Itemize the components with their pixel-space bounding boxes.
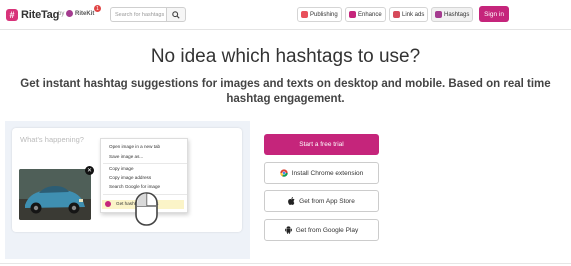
top-navbar: # RiteTag by RiteKit 1 Publishing Enhanc… (0, 0, 571, 30)
ritetag-icon (105, 201, 111, 207)
search-icon (172, 10, 180, 19)
nav-hashtags-label: Hashtags (444, 11, 470, 18)
nav-enhance-label: Enhance (358, 11, 382, 18)
nav-link-ads-label: Link ads (402, 11, 425, 18)
install-chrome-extension-label: Install Chrome extension (291, 169, 364, 177)
context-menu-item[interactable]: Save image as... (109, 154, 143, 159)
install-chrome-extension-button[interactable]: Install Chrome extension (264, 162, 379, 184)
get-from-app-store-label: Get from App Store (299, 197, 355, 205)
search-button[interactable] (166, 7, 186, 22)
by-label: by (58, 11, 65, 17)
car-illustration (19, 169, 91, 220)
nav-enhance[interactable]: Enhance (345, 7, 386, 22)
publishing-icon (301, 11, 308, 18)
ritekit-link[interactable]: RiteKit (66, 10, 94, 17)
nav-hashtags[interactable]: Hashtags (431, 7, 474, 22)
context-menu-divider (103, 163, 187, 164)
subheadline-line-2: hashtag engagement. (226, 93, 345, 105)
remove-image-button[interactable]: ✕ (85, 166, 94, 175)
get-from-google-play-label: Get from Google Play (295, 226, 359, 234)
nav-link-ads[interactable]: Link ads (389, 7, 429, 22)
android-icon (284, 226, 292, 234)
ritekit-label: RiteKit (75, 10, 95, 17)
close-icon: ✕ (86, 168, 93, 174)
section-divider (0, 263, 571, 264)
logo-text: RiteTag (21, 9, 60, 21)
enhance-icon (349, 11, 356, 18)
nav-publishing[interactable]: Publishing (297, 7, 342, 22)
ritetag-logo[interactable]: # RiteTag (6, 7, 59, 23)
car-photo (19, 169, 91, 220)
page-subheadline: Get instant hashtag suggestions for imag… (0, 77, 571, 107)
start-free-trial-button[interactable]: Start a free trial (264, 134, 379, 155)
context-menu-item[interactable]: Copy image address (109, 175, 151, 180)
page-headline: No idea which hashtags to use? (150, 46, 421, 67)
hashtags-icon (435, 11, 442, 18)
link-ads-icon (393, 11, 400, 18)
nav-publishing-label: Publishing (310, 11, 338, 18)
sign-in-button[interactable]: Sign in (479, 6, 509, 22)
composer-placeholder: What's happening? (20, 135, 84, 144)
get-from-app-store-button[interactable]: Get from App Store (264, 190, 379, 212)
chrome-icon (280, 169, 288, 177)
get-from-google-play-button[interactable]: Get from Google Play (264, 219, 379, 241)
mouse-icon (135, 192, 158, 226)
subheadline-line-1: Get instant hashtag suggestions for imag… (20, 78, 551, 90)
hashtag-logo-icon: # (6, 9, 18, 21)
context-menu-item[interactable]: Search Google for image (109, 184, 160, 189)
context-menu-item[interactable]: Copy image (109, 166, 134, 171)
context-menu-item[interactable]: Open image in a new tab (109, 144, 160, 149)
hashtag-search-input[interactable] (110, 7, 166, 22)
apple-icon (288, 197, 295, 205)
ritekit-icon (66, 10, 73, 17)
notification-badge[interactable]: 1 (94, 5, 101, 12)
